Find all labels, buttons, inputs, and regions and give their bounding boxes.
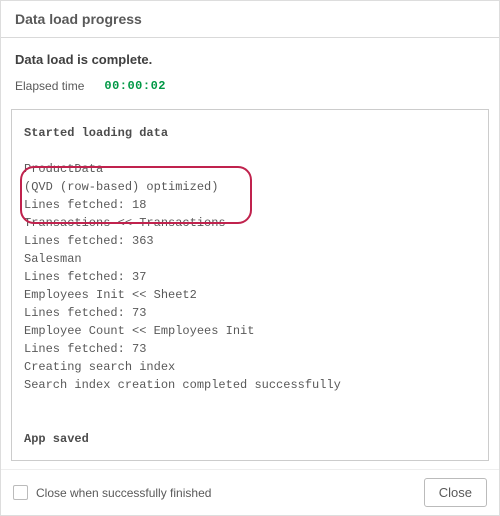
close-when-finished-row[interactable]: Close when successfully finished [13,485,211,500]
dialog-footer: Close when successfully finished Close [1,469,499,515]
close-button[interactable]: Close [424,478,487,507]
dialog-header: Data load progress [1,1,499,38]
elapsed-row: Elapsed time 00:00:02 [1,75,499,103]
log-container: Started loading data ProductData (QVD (r… [11,109,489,461]
status-area: Data load is complete. [1,38,499,75]
dialog-title: Data load progress [15,11,485,27]
elapsed-label: Elapsed time [15,79,84,93]
close-when-finished-label: Close when successfully finished [36,486,211,500]
elapsed-value: 00:00:02 [104,79,166,93]
status-message: Data load is complete. [15,52,485,67]
log-output[interactable]: Started loading data ProductData (QVD (r… [12,110,488,460]
close-when-finished-checkbox[interactable] [13,485,28,500]
data-load-dialog: Data load progress Data load is complete… [0,0,500,516]
